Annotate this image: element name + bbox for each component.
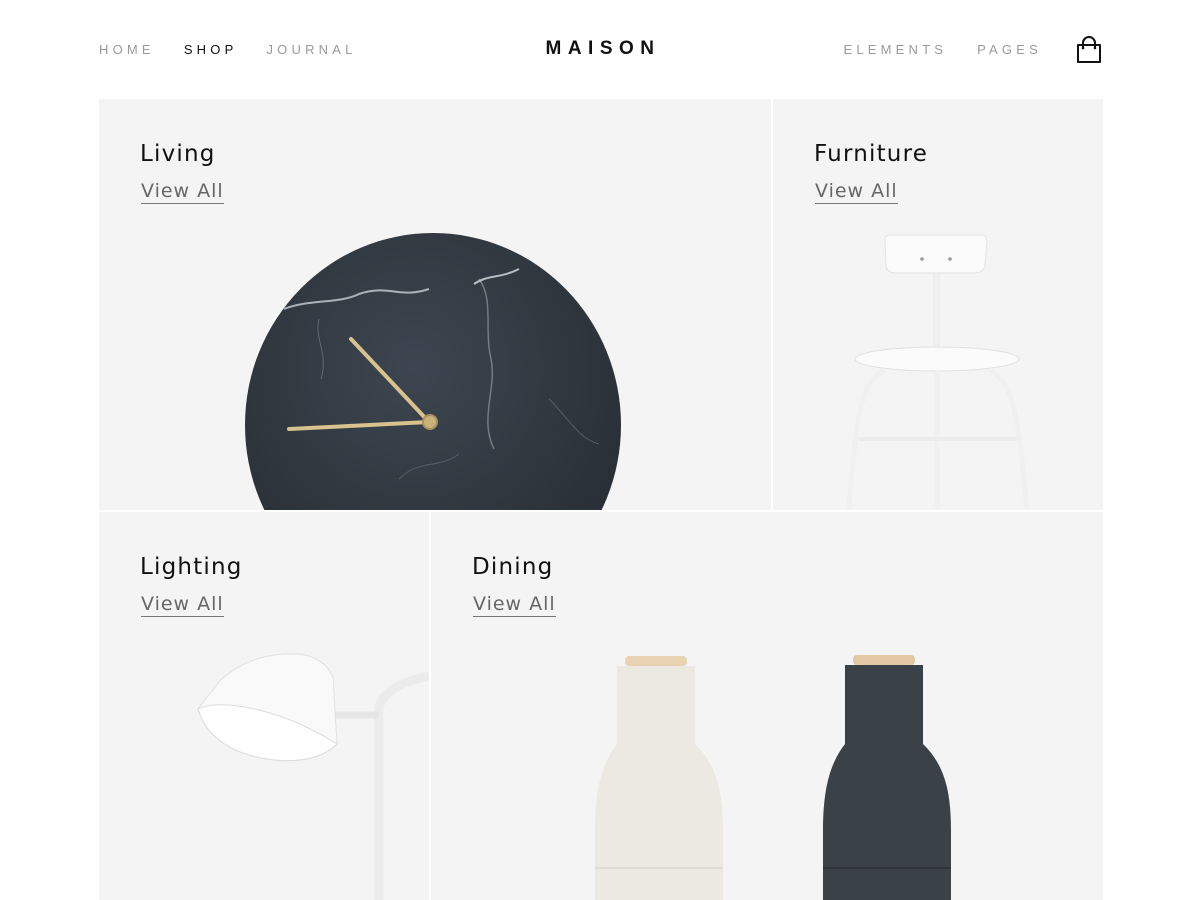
category-title: Dining xyxy=(472,554,554,580)
secondary-nav: ELEMENTS PAGES xyxy=(813,42,1042,57)
category-tile-living[interactable]: Living View All xyxy=(99,99,771,510)
view-all-link[interactable]: View All xyxy=(815,181,898,204)
category-tile-lighting[interactable]: Lighting View All xyxy=(99,512,429,900)
category-tile-furniture[interactable]: Furniture View All xyxy=(773,99,1103,510)
view-all-link[interactable]: View All xyxy=(141,181,224,204)
site-header: HOME SHOP JOURNAL MAISON ELEMENTS PAGES xyxy=(0,0,1200,98)
view-all-link[interactable]: View All xyxy=(473,594,556,617)
nav-elements-link[interactable]: ELEMENTS xyxy=(843,42,947,57)
view-all-link[interactable]: View All xyxy=(141,594,224,617)
nav-pages-link[interactable]: PAGES xyxy=(977,42,1042,57)
category-title: Lighting xyxy=(140,554,243,580)
shopping-bag-icon[interactable] xyxy=(1076,36,1102,64)
category-title: Furniture xyxy=(814,141,929,167)
category-tile-dining[interactable]: Dining View All xyxy=(431,512,1103,900)
category-title: Living xyxy=(140,141,216,167)
